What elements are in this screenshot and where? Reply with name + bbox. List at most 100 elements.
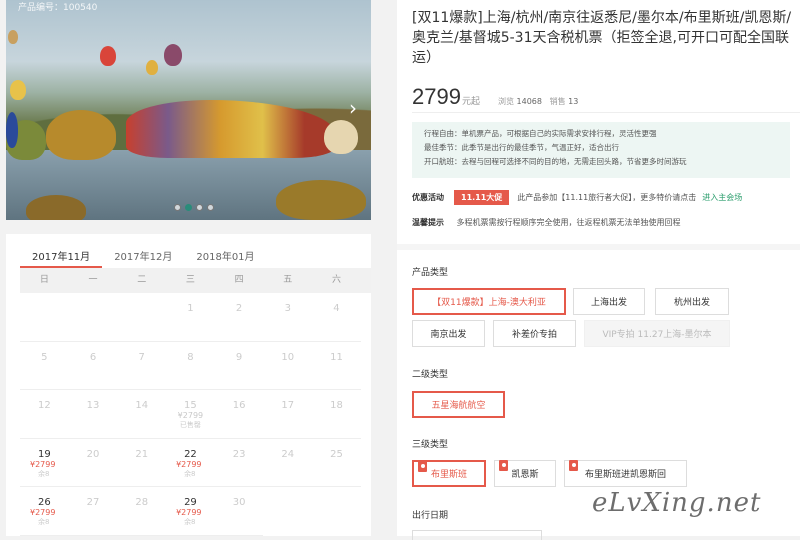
- calendar-day: 30: [214, 487, 264, 536]
- calendar-day: 25: [312, 439, 361, 487]
- calendar-day: 2: [214, 293, 264, 342]
- tab-month[interactable]: 2018年01月: [184, 234, 266, 268]
- carousel-dot[interactable]: [185, 204, 192, 211]
- tab-month[interactable]: 2017年11月: [20, 234, 103, 268]
- hero-balloon: [146, 60, 158, 75]
- level3-option-brisbane-cairns[interactable]: 布里斯班进凯恩斯回: [564, 460, 687, 487]
- product-detail-panel: [双11爆款]上海/杭州/南京往返悉尼/墨尔本/布里斯班/凯恩斯/奥克兰/基督城…: [397, 0, 800, 540]
- calendar-day[interactable]: 22 ¥2799 余8: [166, 439, 215, 487]
- tip-label: 温馨提示: [412, 218, 444, 227]
- hero-tree: [46, 110, 116, 160]
- type-option-shanghai[interactable]: 上海出发: [573, 288, 645, 315]
- option-label: 布里斯班: [430, 470, 467, 480]
- type-option-double11[interactable]: 【双11爆款】上海-澳大利亚: [412, 288, 566, 315]
- type-option-nanjing[interactable]: 南京出发: [412, 320, 485, 347]
- weekday-label: 一: [88, 275, 98, 285]
- product-id-caption: 产品编号：100540: [18, 3, 98, 13]
- departure-calendar: 2017年11月 2017年12月 2018年01月 日一二三四五六 1234567…: [6, 234, 371, 536]
- calendar-day: 5: [20, 342, 69, 390]
- calendar-day: 15 ¥2799 已售罄: [166, 390, 215, 439]
- product-hero-image[interactable]: 产品编号：100540 ›: [6, 0, 371, 220]
- calendar-day[interactable]: 26 ¥2799 余8: [20, 487, 69, 536]
- calendar-day: 6: [68, 342, 118, 390]
- calendar-day: 1: [166, 293, 215, 342]
- level2-option-hna[interactable]: 五星海航航空: [412, 391, 505, 418]
- type-option-price-diff[interactable]: 补差价专拍: [493, 320, 576, 347]
- option-label: 凯恩斯: [511, 470, 539, 480]
- day-stock: 余8: [184, 469, 196, 478]
- hero-balloon: [164, 44, 182, 66]
- warm-tip: 温馨提示 多程机票需按行程顺序完全使用，往返程机票无法单独使用回程: [412, 217, 681, 228]
- hero-balloon: [10, 80, 26, 100]
- weekday-label: 日: [39, 275, 49, 285]
- weekday-label: 四: [234, 275, 244, 285]
- calendar-day[interactable]: 29 ¥2799 余8: [166, 487, 215, 536]
- day-number: 2: [235, 303, 243, 314]
- day-number: 1: [187, 303, 194, 314]
- product-features-box: 行程自由：单机票产品，可根据自己的实际需求安排行程，灵活性更强 最佳季节：此季节…: [412, 122, 790, 178]
- calendar-day[interactable]: 19 ¥2799 余8: [20, 439, 69, 487]
- section-divider: [397, 244, 800, 250]
- day-number: 20: [86, 448, 100, 460]
- views-value: 14068: [516, 97, 542, 106]
- day-number: 24: [281, 448, 295, 460]
- carousel-dot[interactable]: [196, 204, 203, 211]
- day-price: ¥2799: [30, 508, 56, 517]
- day-number: 9: [235, 351, 243, 363]
- day-number: 14: [135, 400, 149, 411]
- hero-next-arrow-icon[interactable]: ›: [349, 96, 357, 120]
- product-type-label: 产品类型: [412, 268, 449, 278]
- tag-icon: [499, 460, 508, 471]
- calendar-day: 9: [214, 342, 264, 390]
- calendar-day: 21: [117, 439, 167, 487]
- feature-line: 开口航班：去程与回程可选择不同的目的地，无需走回头路，节省更多时间游玩: [424, 157, 687, 166]
- calendar-day: 28: [117, 487, 167, 536]
- promotion-row: 优惠活动 11.11大促 此产品参加【11.11旅行者大促】，更多特价请点击 进…: [412, 190, 742, 205]
- day-number: [20, 293, 69, 303]
- type-option-hangzhou[interactable]: 杭州出发: [655, 288, 729, 315]
- travel-date-select[interactable]: [412, 530, 542, 540]
- level3-option-cairns[interactable]: 凯恩斯: [494, 460, 556, 487]
- day-number: 5: [41, 351, 48, 363]
- day-number: 3: [284, 303, 291, 314]
- site-watermark: eLvXing.net: [592, 488, 762, 518]
- tag-icon: [569, 460, 578, 471]
- travel-date-label: 出行日期: [412, 511, 449, 521]
- day-number: 7: [138, 351, 145, 363]
- day-number: 16: [232, 400, 246, 411]
- type-option-vip: VIP专拍 11.27上海-墨尔本: [584, 320, 730, 347]
- carousel-dot[interactable]: [174, 204, 181, 211]
- tag-icon: [418, 461, 427, 472]
- day-number: [69, 293, 118, 303]
- carousel-dot[interactable]: [207, 204, 214, 211]
- calendar-day: [68, 293, 118, 342]
- day-number: 4: [333, 303, 340, 314]
- day-number: 21: [135, 448, 149, 460]
- tab-month[interactable]: 2017年12月: [102, 234, 184, 268]
- calendar-day: 16: [214, 390, 264, 439]
- day-number: 23: [232, 448, 246, 460]
- hero-balloon: [6, 112, 18, 148]
- sales-label: 销售: [549, 97, 566, 106]
- views-label: 浏览: [497, 97, 514, 106]
- calendar-day: 10: [263, 342, 313, 390]
- promo-badge: 11.11大促: [454, 190, 510, 205]
- promo-main-venue-link[interactable]: 进入主会场: [702, 192, 742, 203]
- day-number: 18: [330, 400, 343, 411]
- day-number: 25: [330, 448, 343, 460]
- calendar-day: 20: [68, 439, 118, 487]
- day-number: 8: [187, 351, 194, 363]
- day-number: 12: [37, 400, 51, 411]
- calendar-day: 14: [117, 390, 167, 439]
- day-number: 11: [330, 351, 343, 363]
- calendar-day: 11: [312, 342, 361, 390]
- day-number: 17: [281, 400, 295, 411]
- calendar-day: 18: [312, 390, 361, 439]
- day-price: ¥2799: [176, 508, 202, 517]
- level3-option-brisbane[interactable]: 布里斯班: [412, 460, 486, 487]
- day-price: ¥2799: [176, 459, 202, 469]
- hero-balloon: [8, 30, 18, 44]
- tip-text: 多程机票需按行程顺序完全使用，往返程机票无法单独使用回程: [456, 218, 681, 227]
- sales-value: 13: [568, 97, 579, 106]
- day-stock: 余8: [38, 518, 50, 526]
